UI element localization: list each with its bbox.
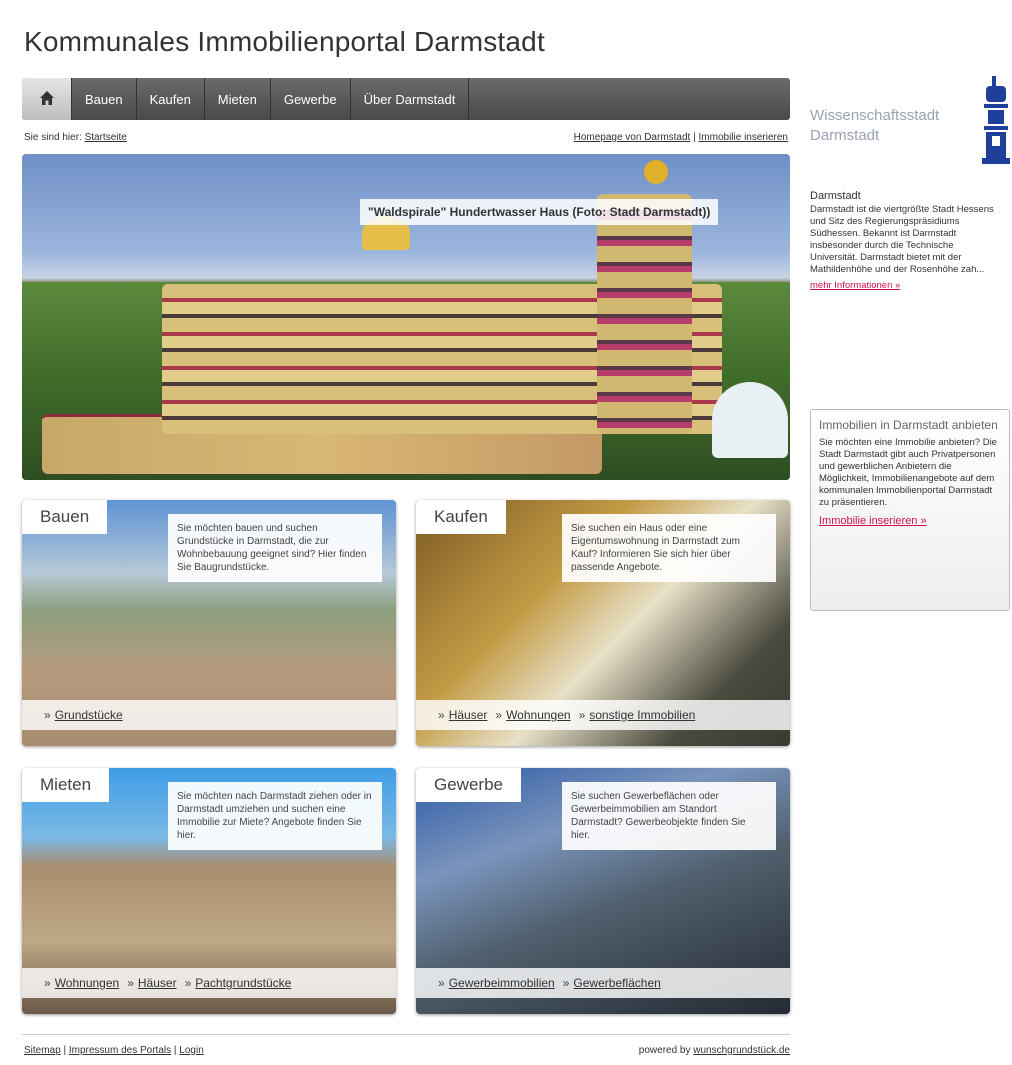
link-marker: » <box>44 708 51 722</box>
link-sonstige-immobilien[interactable]: sonstige Immobilien <box>589 708 695 722</box>
box-mieten-title[interactable]: Mieten <box>22 768 110 802</box>
link-marker: » <box>438 976 445 990</box>
footer-separator: | <box>173 1045 177 1056</box>
box-gewerbe: Gewerbe Sie suchen Gewerbeflächen oder G… <box>416 768 790 1014</box>
box-kaufen-desc: Sie suchen ein Haus oder eine Eigentumsw… <box>562 514 776 582</box>
hero-dome-gold <box>644 160 668 184</box>
breadcrumb-prefix: Sie sind hier: <box>24 132 82 143</box>
page-title: Kommunales Immobilienportal Darmstadt <box>24 26 545 57</box>
footer-login-link[interactable]: Login <box>179 1045 203 1056</box>
insert-property-link[interactable]: Immobilie inserieren » <box>819 515 927 527</box>
insert-property-top-link[interactable]: Immobilie inserieren <box>699 132 788 143</box>
link-mieten-wohnungen[interactable]: Wohnungen <box>55 976 120 990</box>
top-links: Homepage von Darmstadt | Immobilie inser… <box>574 132 788 143</box>
breadcrumb-startseite-link[interactable]: Startseite <box>85 132 127 143</box>
link-marker: » <box>127 976 134 990</box>
main-nav: Bauen Kaufen Mieten Gewerbe Über Darmsta… <box>22 78 790 120</box>
box-mieten-links: » Wohnungen » Häuser » Pachtgrundstücke <box>22 968 396 998</box>
offer-box-text: Sie möchten eine Immobilie anbieten? Die… <box>819 437 997 508</box>
link-mieten-haeuser[interactable]: Häuser <box>138 976 177 990</box>
box-bauen-title[interactable]: Bauen <box>22 500 108 534</box>
link-gewerbeflaechen[interactable]: Gewerbeflächen <box>573 976 660 990</box>
box-gewerbe-desc: Sie suchen Gewerbeflächen oder Gewerbeim… <box>562 782 776 850</box>
sidebar-info-heading: Darmstadt <box>810 190 861 202</box>
top-links-separator: | <box>693 132 696 143</box>
footer-links: Sitemap | Impressum des Portals | Login <box>24 1045 204 1056</box>
box-kaufen: Kaufen Sie suchen ein Haus oder eine Eig… <box>416 500 790 746</box>
hero-tower <box>597 194 692 434</box>
footer-separator: | <box>63 1045 67 1056</box>
homepage-link[interactable]: Homepage von Darmstadt <box>574 132 691 143</box>
brand-line1: Wissenschaftsstadt <box>810 107 940 124</box>
powered-by-label: powered by <box>638 1045 691 1056</box>
hero-image: "Waldspirale" Hundertwasser Haus (Foto: … <box>22 154 790 480</box>
link-kaufen-haeuser[interactable]: Häuser <box>449 708 488 722</box>
link-marker: » <box>578 708 586 722</box>
link-marker: » <box>184 976 192 990</box>
sidebar-info-text: Darmstadt ist die viertgrößte Stadt Hess… <box>810 204 994 275</box>
breadcrumb: Sie sind hier: Startseite <box>24 132 127 143</box>
box-gewerbe-title[interactable]: Gewerbe <box>416 768 521 802</box>
box-bauen-links: » Grundstücke <box>22 700 396 730</box>
link-marker: » <box>495 708 503 722</box>
nav-ueber-darmstadt[interactable]: Über Darmstadt <box>351 78 470 120</box>
box-gewerbe-links: » Gewerbeimmobilien » Gewerbeflächen <box>416 968 790 998</box>
box-kaufen-links: » Häuser » Wohnungen » sonstige Immobili… <box>416 700 790 730</box>
box-mieten: Mieten Sie möchten nach Darmstadt ziehen… <box>22 768 396 1014</box>
box-bauen-desc: Sie möchten bauen und suchen Grundstücke… <box>168 514 382 582</box>
home-icon <box>39 90 55 109</box>
offer-box-heading: Immobilien in Darmstadt anbieten <box>819 418 998 432</box>
nav-gewerbe[interactable]: Gewerbe <box>271 78 351 120</box>
more-info-link[interactable]: mehr Informationen » <box>810 280 900 292</box>
box-mieten-desc: Sie möchten nach Darmstadt ziehen oder i… <box>168 782 382 850</box>
footer-divider <box>22 1034 790 1035</box>
nav-mieten[interactable]: Mieten <box>205 78 271 120</box>
nav-bauen[interactable]: Bauen <box>72 78 137 120</box>
link-grundstuecke[interactable]: Grundstücke <box>55 708 123 722</box>
sidebar-darmstadt-info: Darmstadt Darmstadt ist die viertgrößte … <box>810 190 1002 292</box>
darmstadt-logo-icon[interactable] <box>980 76 1012 171</box>
link-marker: » <box>438 708 445 722</box>
link-gewerbeimmobilien[interactable]: Gewerbeimmobilien <box>449 976 555 990</box>
link-kaufen-wohnungen[interactable]: Wohnungen <box>506 708 571 722</box>
brand-line2: Darmstadt <box>810 127 880 144</box>
link-marker: » <box>44 976 51 990</box>
offer-property-box: Immobilien in Darmstadt anbieten Sie möc… <box>810 409 1010 611</box>
brand-text[interactable]: Wissenschaftsstadt Darmstadt <box>810 106 939 146</box>
nav-home[interactable] <box>22 78 72 120</box>
box-bauen: Bauen Sie möchten bauen und suchen Grund… <box>22 500 396 746</box>
footer-sitemap-link[interactable]: Sitemap <box>24 1045 61 1056</box>
link-marker: » <box>562 976 570 990</box>
footer-powered-by: powered by wunschgrundstück.de <box>639 1045 790 1056</box>
powered-by-link[interactable]: wunschgrundstück.de <box>693 1045 790 1056</box>
footer-impressum-link[interactable]: Impressum des Portals <box>69 1045 171 1056</box>
nav-kaufen[interactable]: Kaufen <box>137 78 205 120</box>
hero-dome-white <box>712 382 788 458</box>
hero-caption: "Waldspirale" Hundertwasser Haus (Foto: … <box>360 199 719 225</box>
box-kaufen-title[interactable]: Kaufen <box>416 500 506 534</box>
link-pachtgrundstuecke[interactable]: Pachtgrundstücke <box>195 976 291 990</box>
